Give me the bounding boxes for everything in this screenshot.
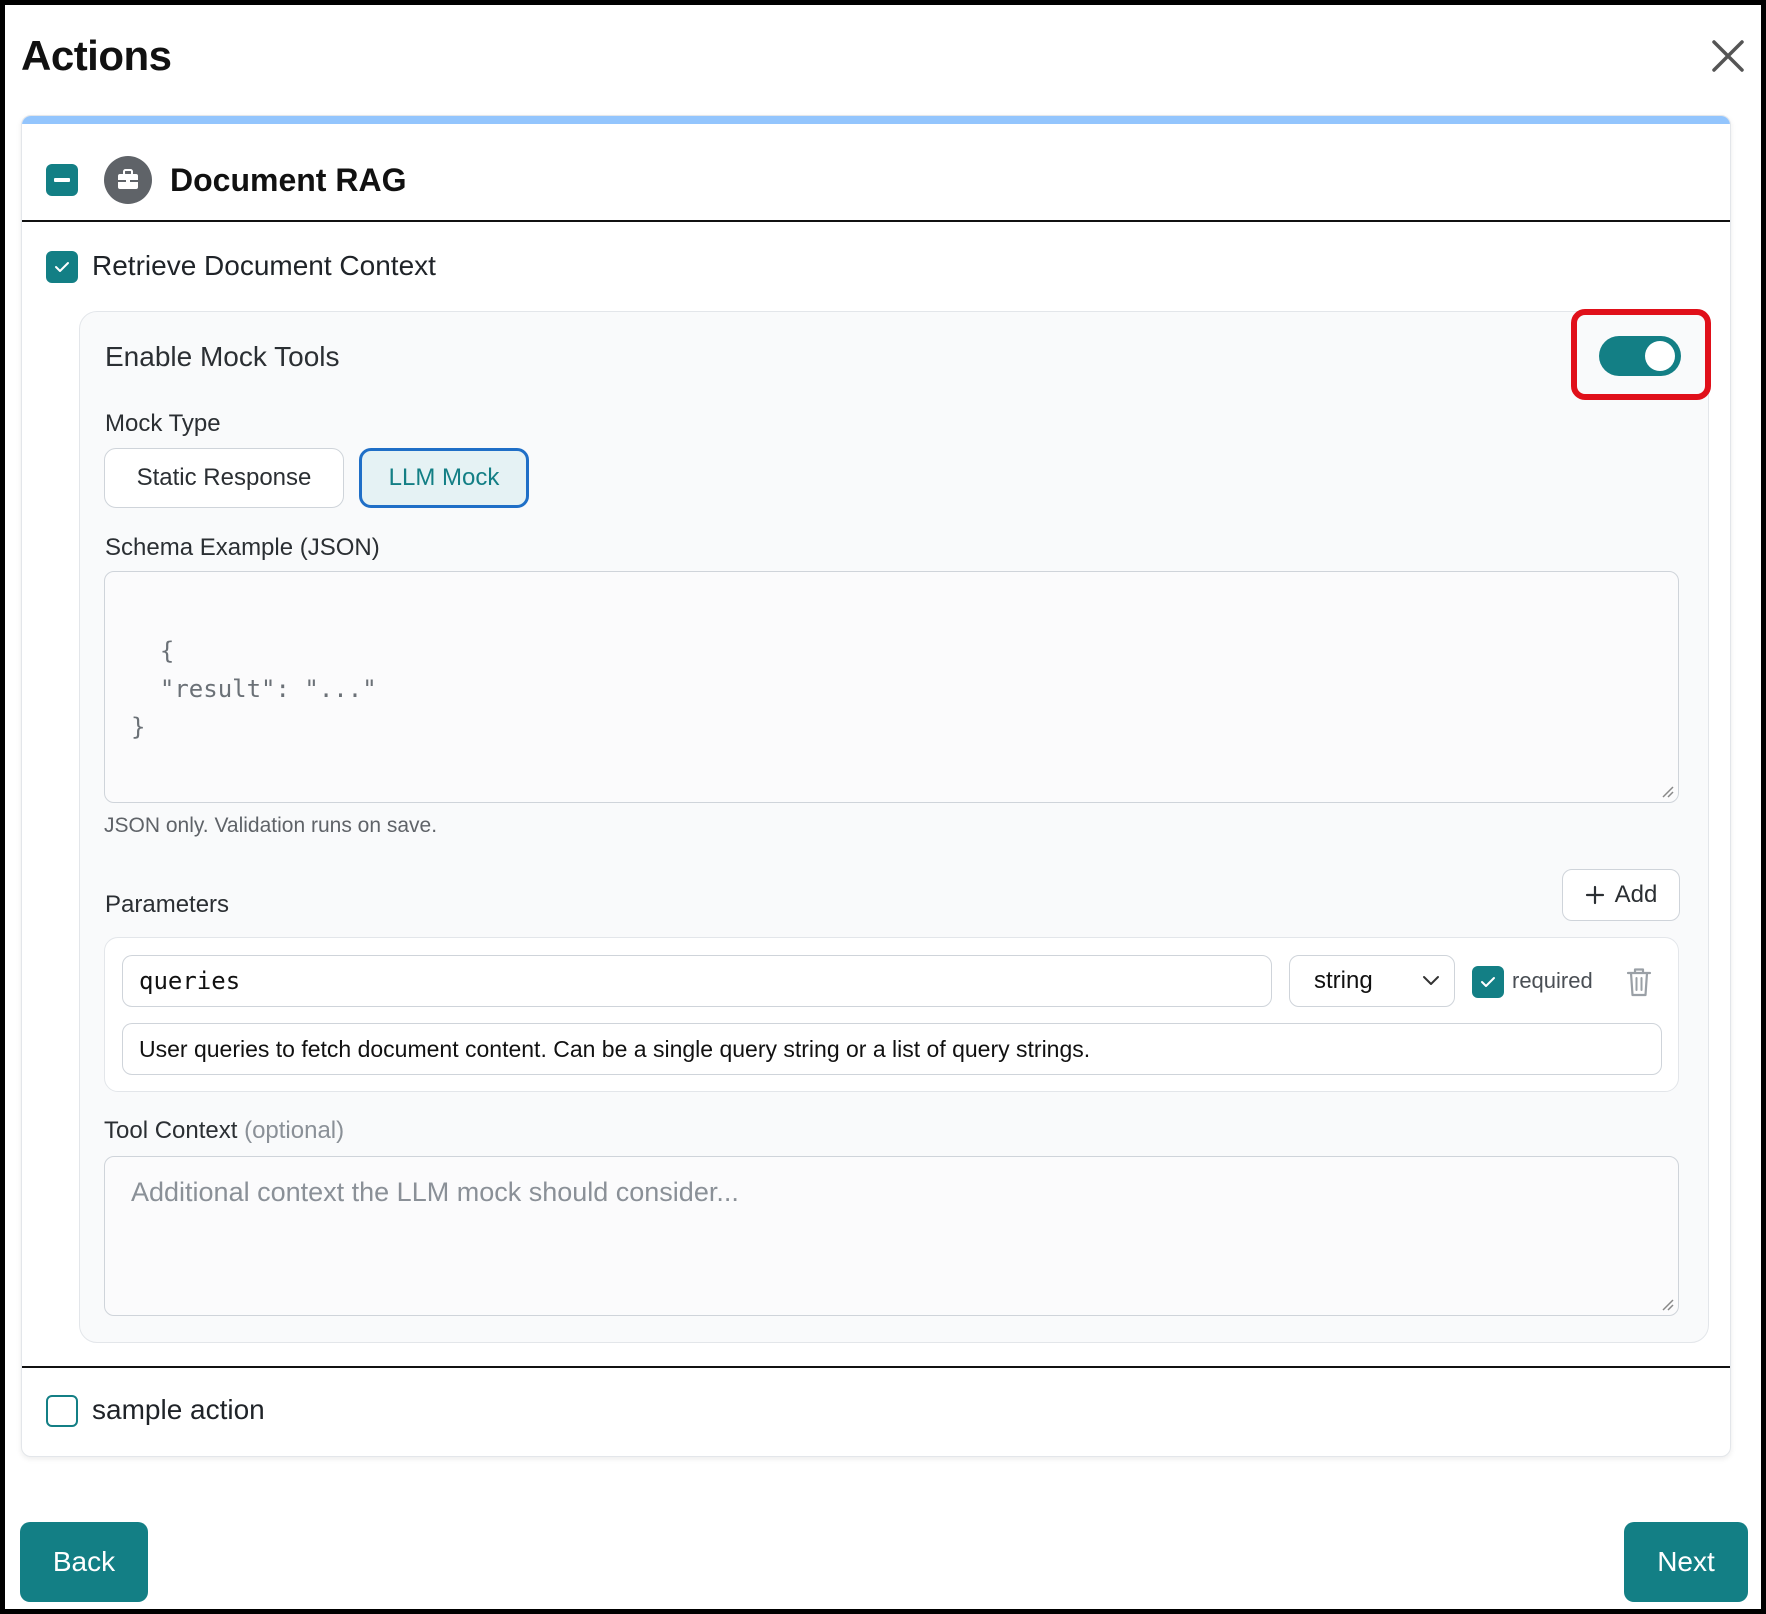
action-item-retrieve[interactable]: Retrieve Document Context (22, 222, 1730, 312)
param-description-input[interactable]: User queries to fetch document content. … (122, 1023, 1662, 1075)
mock-type-static-button[interactable]: Static Response (104, 448, 344, 508)
collapse-group-checkbox[interactable] (46, 164, 78, 196)
close-icon[interactable] (1706, 34, 1750, 78)
add-parameter-button[interactable]: Add (1562, 869, 1680, 921)
group-title: Document RAG (170, 162, 407, 198)
action-checkbox-checked[interactable] (46, 251, 78, 283)
resize-grip-icon[interactable] (1660, 784, 1674, 798)
enable-mock-label: Enable Mock Tools (105, 341, 340, 372)
schema-hint: JSON only. Validation runs on save. (104, 814, 438, 837)
parameters-label: Parameters (105, 891, 230, 918)
mock-type-label: Mock Type (105, 410, 221, 437)
action-label: Retrieve Document Context (92, 250, 436, 281)
enable-mock-toggle[interactable] (1599, 336, 1681, 376)
trash-icon[interactable] (1625, 966, 1653, 998)
schema-placeholder: { "result": "..." } (131, 637, 377, 741)
resize-grip-icon[interactable] (1660, 1297, 1674, 1311)
required-label: required (1512, 968, 1593, 993)
briefcase-icon (104, 156, 152, 204)
plus-icon (1585, 885, 1604, 905)
tool-context-label: Tool Context (optional) (104, 1117, 344, 1145)
add-label: Add (1614, 881, 1658, 908)
group-accent-bar (22, 116, 1730, 124)
param-type-value: string (1314, 967, 1373, 994)
param-type-select[interactable]: string (1289, 955, 1455, 1007)
tool-context-title: Tool Context (104, 1117, 238, 1144)
back-button[interactable]: Back (20, 1522, 148, 1602)
toggle-knob (1645, 341, 1675, 371)
tool-context-optional: (optional) (244, 1117, 345, 1144)
parameter-row: queries string required User queries to … (104, 937, 1679, 1092)
mock-type-llm-button[interactable]: LLM Mock (359, 448, 529, 508)
required-checkbox[interactable] (1472, 966, 1504, 998)
tool-context-placeholder: Additional context the LLM mock should c… (131, 1177, 739, 1207)
param-name-input[interactable]: queries (122, 955, 1272, 1007)
group-header[interactable]: Document RAG (22, 124, 1730, 222)
chevron-down-icon (1423, 976, 1439, 985)
modal-title: Actions (21, 32, 172, 79)
next-button[interactable]: Next (1624, 1522, 1748, 1602)
action-label: sample action (92, 1394, 265, 1425)
tool-context-textarea[interactable]: Additional context the LLM mock should c… (104, 1156, 1679, 1316)
schema-label: Schema Example (JSON) (105, 534, 380, 561)
action-checkbox-unchecked[interactable] (46, 1395, 78, 1427)
action-item-sample[interactable]: sample action (22, 1368, 1730, 1456)
schema-textarea[interactable]: { "result": "..." } (104, 571, 1679, 803)
